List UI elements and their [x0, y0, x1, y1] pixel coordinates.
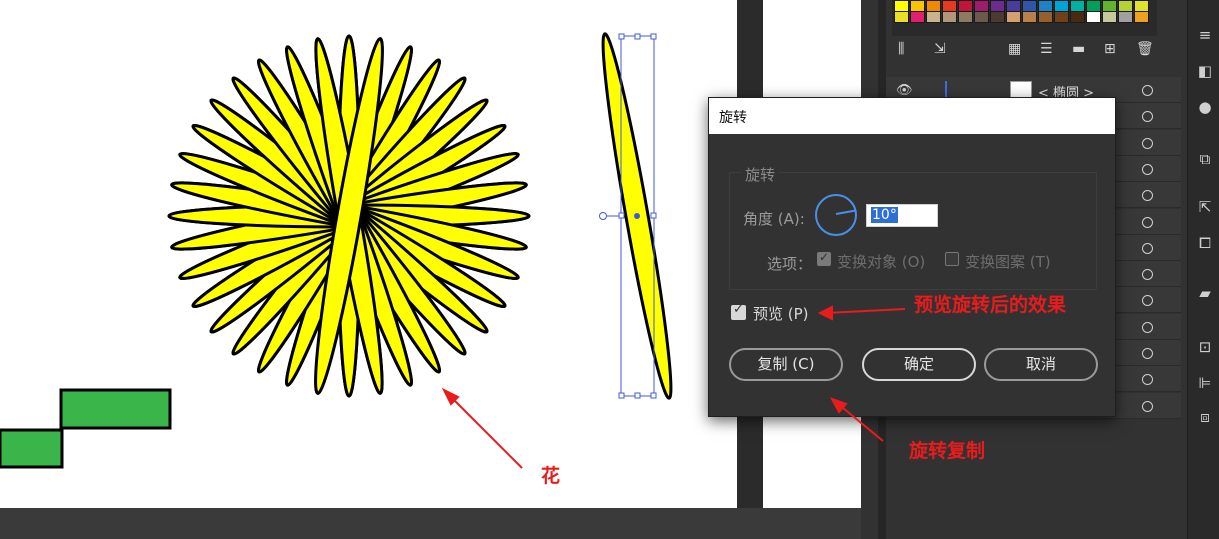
rotate-group-label: 旋转 — [741, 164, 780, 185]
transform-patterns-checkbox[interactable] — [945, 252, 959, 266]
arrange-icon[interactable]: ⧈ — [1196, 408, 1214, 426]
color-swatch[interactable] — [1022, 11, 1037, 23]
target-circle-icon[interactable] — [1142, 111, 1153, 123]
annotation-arrows — [441, 387, 523, 469]
artboard-icon[interactable]: ⊡ — [1196, 338, 1214, 356]
color-swatch[interactable] — [1038, 11, 1053, 23]
color-swatch[interactable] — [1070, 11, 1085, 23]
library-icon[interactable]: ⫼ — [898, 40, 904, 58]
new-item-icon[interactable]: ⊞ — [1104, 40, 1116, 58]
copy-annotation: 旋转复制 — [909, 440, 986, 462]
selected-petal[interactable] — [594, 32, 680, 400]
color-swatch[interactable] — [1054, 11, 1069, 23]
target-circle-icon[interactable] — [1142, 374, 1153, 386]
target-circle-icon[interactable] — [1142, 216, 1153, 228]
appearance-icon[interactable]: ● — [1196, 98, 1214, 116]
preview-annotation: 预览旋转后的效果 — [914, 294, 1067, 316]
align-icon[interactable]: ⊫ — [1196, 374, 1214, 392]
green-step-upper[interactable] — [59, 388, 172, 430]
transform-icon[interactable]: ⧉ — [1196, 150, 1214, 168]
target-circle-icon[interactable] — [1142, 295, 1153, 307]
target-circle-icon[interactable] — [1142, 85, 1153, 96]
swatches-panel — [892, 0, 1157, 36]
transform-objects-checkbox[interactable] — [817, 250, 831, 266]
export-icon[interactable]: ⇱ — [1196, 198, 1214, 216]
target-circle-icon[interactable] — [1142, 137, 1153, 149]
transform-patterns-label: 变换图案 (T) — [965, 253, 1051, 271]
gradient-icon[interactable]: ◧ — [1196, 62, 1214, 80]
canvas-bottom-bar — [0, 508, 861, 539]
green-step-lower[interactable] — [0, 428, 64, 469]
angle-value: 10° — [871, 207, 898, 223]
color-swatch[interactable] — [926, 11, 941, 23]
color-swatch[interactable] — [974, 11, 989, 23]
color-swatch[interactable] — [958, 11, 973, 23]
color-swatch[interactable] — [894, 11, 909, 23]
visibility-eye-icon[interactable]: 👁 — [896, 83, 913, 98]
target-circle-icon[interactable] — [1142, 321, 1153, 333]
target-circle-icon[interactable] — [1142, 190, 1153, 202]
dialog-titlebar[interactable]: 旋转 — [709, 98, 1115, 134]
target-circle-icon[interactable] — [1142, 269, 1153, 281]
color-swatch[interactable] — [1086, 11, 1101, 23]
color-swatch[interactable] — [990, 11, 1005, 23]
right-toolbar: ≡ ◧ ● ⧉ ⇱ ⧠ ▰ ⊡ ⊫ ⧈ — [1187, 0, 1219, 539]
color-swatch[interactable] — [942, 11, 957, 23]
place-icon[interactable]: ⇲ — [934, 40, 946, 58]
angle-needle — [835, 209, 856, 215]
swatches-toolbar: ⫼ ⇲ ▦ ☰ ▬ ⊞ 🗑 — [892, 38, 1157, 60]
comment-icon[interactable]: ▰ — [1196, 284, 1214, 302]
cancel-button[interactable]: 取消 — [984, 348, 1098, 381]
angle-dial[interactable] — [815, 194, 857, 236]
target-circle-icon[interactable] — [1142, 242, 1153, 254]
target-circle-icon[interactable] — [1142, 400, 1153, 412]
flower-petals[interactable] — [167, 34, 531, 398]
color-swatch[interactable] — [1118, 11, 1133, 23]
options-label: 选项： — [767, 255, 813, 273]
transform-objects-label: 变换对象 (O) — [837, 253, 926, 271]
flower-annotation: 花 — [541, 465, 561, 487]
dialog-title: 旋转 — [719, 110, 747, 126]
angle-label: 角度 (A): — [743, 210, 805, 228]
color-swatch[interactable] — [910, 11, 925, 23]
color-swatch[interactable] — [1006, 11, 1021, 23]
target-circle-icon[interactable] — [1142, 348, 1153, 359]
list-icon[interactable]: ☰ — [1040, 40, 1053, 58]
trash-icon[interactable]: 🗑 — [1136, 40, 1154, 58]
color-swatch[interactable] — [1134, 11, 1149, 23]
menu-icon[interactable]: ≡ — [1196, 26, 1214, 44]
color-swatch[interactable] — [1102, 11, 1117, 23]
pathfinder-icon[interactable]: ⧠ — [1196, 234, 1214, 252]
angle-input[interactable]: 10° — [866, 204, 938, 227]
target-circle-icon[interactable] — [1142, 163, 1153, 175]
folder-icon[interactable]: ▬ — [1072, 40, 1085, 58]
grid-icon[interactable]: ▦ — [1008, 40, 1021, 58]
